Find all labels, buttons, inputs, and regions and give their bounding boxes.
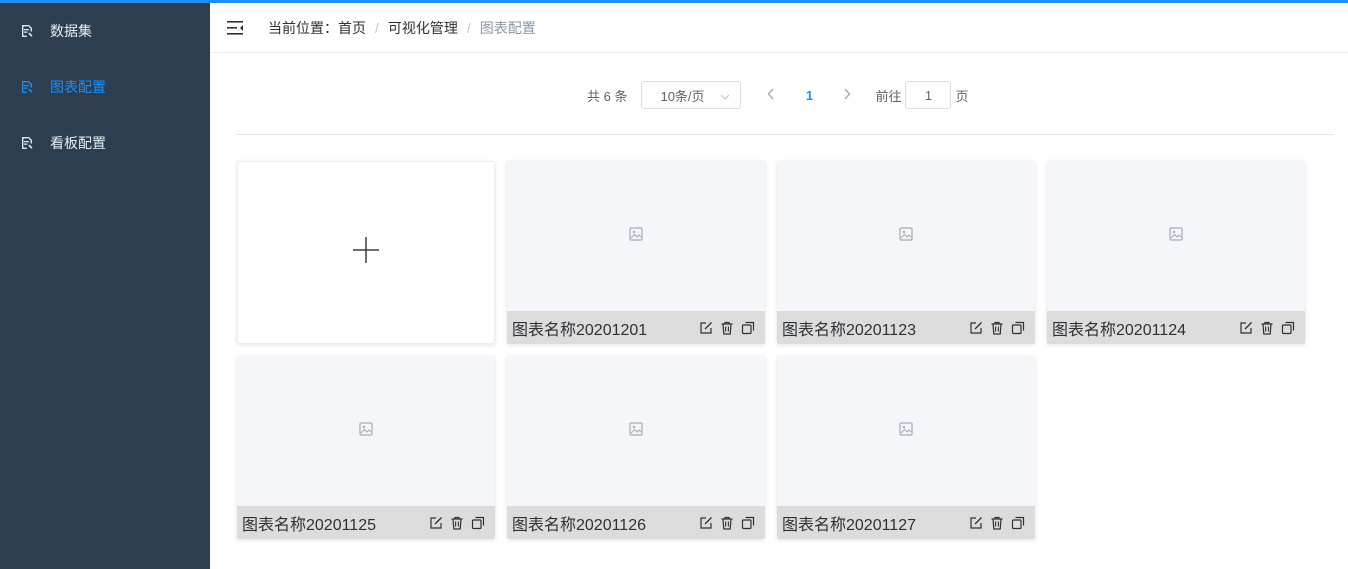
sidebar: 数据集 图表配置 看板配置 (0, 3, 210, 569)
copy-icon[interactable] (1011, 321, 1025, 335)
image-placeholder-icon (1169, 226, 1183, 246)
header: 当前位置： 首页 / 可视化管理 / 图表配置 (210, 3, 1348, 53)
card-footer: 图表名称20201127 (777, 506, 1035, 539)
page-size-select[interactable]: 10条/页 (641, 81, 742, 109)
edit-icon[interactable] (969, 516, 983, 530)
card-actions (969, 321, 1025, 335)
image-placeholder-icon (629, 226, 643, 246)
chart-thumbnail (507, 161, 765, 311)
card-footer: 图表名称20201123 (777, 311, 1035, 344)
copy-icon[interactable] (1011, 516, 1025, 530)
copy-icon[interactable] (741, 516, 755, 530)
chart-card[interactable]: 图表名称20201201 (507, 161, 765, 344)
add-chart-card[interactable] (237, 161, 495, 344)
chart-thumbnail (507, 356, 765, 506)
copy-icon[interactable] (741, 321, 755, 335)
card-footer: 图表名称20201201 (507, 311, 765, 344)
sidebar-item-chart-config[interactable]: 图表配置 (0, 59, 210, 115)
edit-icon[interactable] (1239, 321, 1253, 335)
document-edit-icon (20, 136, 34, 150)
card-footer: 图表名称20201126 (507, 506, 765, 539)
copy-icon[interactable] (1281, 321, 1295, 335)
edit-icon[interactable] (699, 321, 713, 335)
chart-thumbnail (777, 161, 1035, 311)
chart-name: 图表名称20201201 (512, 321, 648, 339)
card-footer: 图表名称20201124 (1047, 311, 1305, 344)
document-edit-icon (20, 80, 34, 94)
page-number-current[interactable]: 1 (781, 88, 837, 103)
breadcrumb: 当前位置： 首页 / 可视化管理 / 图表配置 (268, 18, 536, 38)
card-actions (969, 516, 1025, 530)
copy-icon[interactable] (471, 516, 485, 530)
image-placeholder-icon (899, 421, 913, 441)
card-actions (1239, 321, 1295, 335)
card-actions (429, 516, 485, 530)
chart-name: 图表名称20201126 (512, 516, 647, 534)
breadcrumb-prefix: 当前位置： (268, 19, 338, 36)
chart-card[interactable]: 图表名称20201126 (507, 356, 765, 539)
chart-name: 图表名称20201125 (242, 516, 377, 534)
breadcrumb-home[interactable]: 首页 (338, 18, 366, 38)
sidebar-item-label: 看板配置 (50, 135, 106, 151)
chart-name: 图表名称20201123 (782, 321, 917, 339)
edit-icon[interactable] (699, 516, 713, 530)
sidebar-item-datasets[interactable]: 数据集 (0, 3, 210, 59)
goto-suffix: 页 (955, 88, 969, 104)
delete-icon[interactable] (1260, 321, 1274, 335)
pagination-total: 共 6 条 (587, 88, 628, 104)
delete-icon[interactable] (720, 321, 734, 335)
image-placeholder-icon (899, 226, 913, 246)
chart-thumbnail (1047, 161, 1305, 311)
goto-page-input[interactable] (905, 81, 952, 109)
card-footer: 图表名称20201125 (237, 506, 495, 539)
chart-name: 图表名称20201124 (1052, 321, 1187, 339)
main-content: 当前位置： 首页 / 可视化管理 / 图表配置 共 6 条 10条/页 1 前往… (210, 3, 1348, 569)
sidebar-item-label: 数据集 (50, 23, 92, 39)
plus-icon (353, 237, 379, 268)
breadcrumb-separator: / (466, 19, 471, 36)
chart-card[interactable]: 图表名称20201124 (1047, 161, 1305, 344)
sidebar-item-dashboard-config[interactable]: 看板配置 (0, 115, 210, 171)
edit-icon[interactable] (969, 321, 983, 335)
delete-icon[interactable] (450, 516, 464, 530)
card-actions (699, 516, 755, 530)
chart-name: 图表名称20201127 (782, 516, 917, 534)
breadcrumb-separator: / (375, 19, 379, 36)
image-placeholder-icon (629, 421, 643, 441)
prev-page-button[interactable] (761, 87, 781, 103)
breadcrumb-current: 图表配置 (479, 19, 536, 36)
chart-card[interactable]: 图表名称20201123 (777, 161, 1035, 344)
goto-page: 前往 页 (875, 81, 969, 109)
chevron-down-icon (720, 88, 730, 103)
delete-icon[interactable] (990, 321, 1004, 335)
chart-thumbnail (777, 356, 1035, 506)
chart-thumbnail (237, 356, 495, 506)
card-actions (699, 321, 755, 335)
menu-fold-icon[interactable] (227, 20, 244, 36)
delete-icon[interactable] (720, 516, 734, 530)
breadcrumb-section[interactable]: 可视化管理 (388, 18, 458, 38)
delete-icon[interactable] (990, 516, 1004, 530)
chart-card[interactable]: 图表名称20201125 (237, 356, 495, 539)
next-page-button[interactable] (837, 87, 857, 103)
sidebar-item-label: 图表配置 (50, 79, 106, 95)
divider (236, 134, 1334, 135)
page-size-value: 10条/页 (660, 88, 705, 104)
pagination: 共 6 条 10条/页 1 前往 页 (587, 81, 969, 109)
chart-card[interactable]: 图表名称20201127 (777, 356, 1035, 539)
edit-icon[interactable] (429, 516, 443, 530)
image-placeholder-icon (359, 421, 373, 441)
goto-label: 前往 (875, 88, 902, 104)
document-edit-icon (20, 24, 34, 38)
